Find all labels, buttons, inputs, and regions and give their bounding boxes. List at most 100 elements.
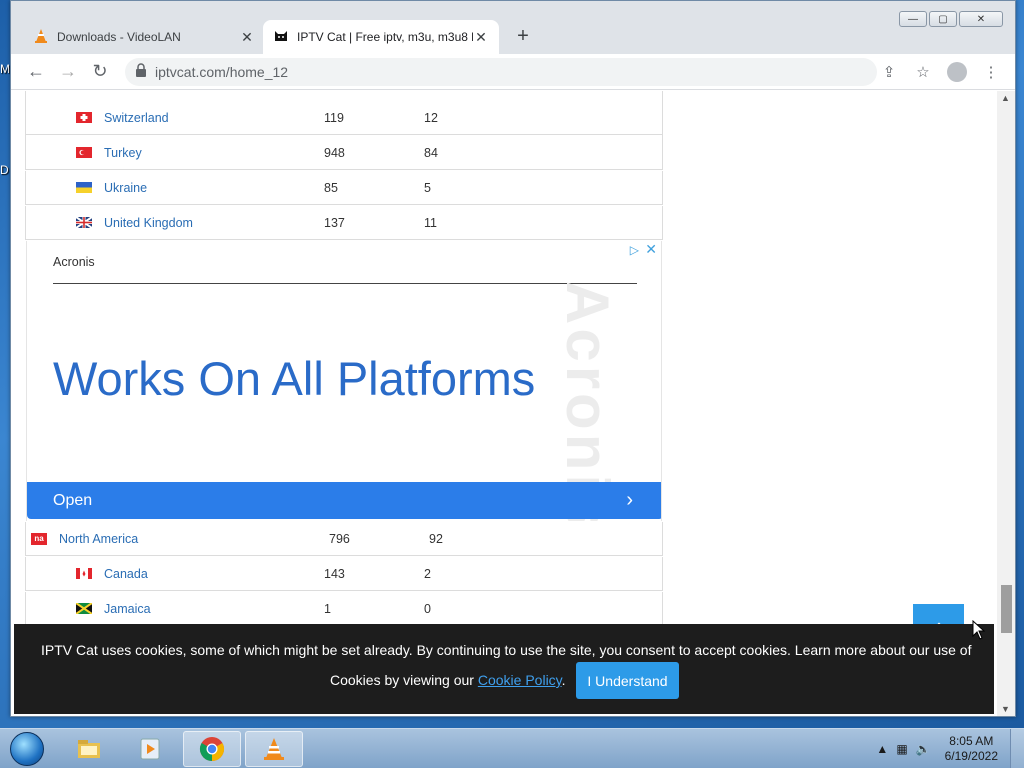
tab-title: IPTV Cat | Free iptv, m3u, m3u8 li: [297, 30, 473, 44]
region-row: na North America 796 92: [25, 522, 663, 556]
browser-menu-icon[interactable]: ⋮: [977, 58, 1005, 86]
ad-headline: Works On All Platforms: [53, 352, 536, 405]
channel-count: 85: [324, 180, 338, 195]
url-text: iptvcat.com/home_12: [155, 64, 289, 80]
minimize-button[interactable]: —: [899, 11, 927, 27]
table-row: Switzerland 119 12: [25, 101, 663, 135]
page-content: Switzerland 119 12 Turkey 948 84 Ukraine…: [11, 91, 995, 716]
new-tab-button[interactable]: +: [511, 25, 535, 49]
scroll-thumb[interactable]: [1001, 585, 1012, 633]
vlc-icon: [264, 738, 284, 760]
network-icon[interactable]: ▦: [896, 742, 907, 756]
country-link[interactable]: Ukraine: [104, 181, 147, 195]
window-controls: — ▢ ✕: [899, 11, 1003, 27]
flag-canada-icon: [76, 568, 92, 579]
windows-orb-icon: [10, 732, 44, 766]
reload-button[interactable]: ↻: [85, 57, 115, 87]
table-row: Turkey 948 84: [25, 136, 663, 170]
country-link[interactable]: Switzerland: [104, 111, 169, 125]
table-row: United Kingdom 137 11: [25, 206, 663, 240]
cookie-text-end: .: [561, 672, 566, 688]
table-row: Canada 143 2: [25, 557, 663, 591]
flag-jamaica-icon: [75, 602, 93, 615]
region-link[interactable]: North America: [59, 532, 138, 546]
start-button[interactable]: [4, 729, 50, 768]
list-count: 12: [424, 110, 438, 125]
cookie-policy-link[interactable]: Cookie Policy: [478, 672, 562, 688]
list-count: 92: [429, 531, 443, 546]
tab-close-icon[interactable]: ✕: [473, 29, 489, 46]
show-hidden-icons-icon[interactable]: ▲: [876, 742, 888, 756]
taskbar-file-explorer[interactable]: [60, 731, 118, 767]
channel-count: 796: [329, 531, 350, 546]
country-link[interactable]: Canada: [104, 567, 148, 581]
cookie-message-line2: Cookies by viewing our Cookie Policy.: [330, 672, 566, 688]
show-desktop-button[interactable]: [1010, 729, 1024, 768]
cookie-message: IPTV Cat uses cookies, some of which mig…: [41, 642, 972, 658]
volume-icon[interactable]: 🔈: [916, 742, 931, 756]
vlc-cone-icon: [33, 28, 49, 47]
tab-iptvcat[interactable]: IPTV Cat | Free iptv, m3u, m3u8 li ✕: [263, 20, 499, 54]
ad-close-icon[interactable]: ✕: [645, 241, 657, 258]
file-explorer-icon: [78, 740, 100, 758]
page-scrollbar[interactable]: ▲ ▼: [997, 91, 1015, 716]
close-window-button[interactable]: ✕: [959, 11, 1003, 27]
toolbar-actions: ⇪ ☆ ⋮: [875, 58, 1005, 86]
table-row: Ukraine 85 5: [25, 171, 663, 205]
channel-count: 948: [324, 145, 345, 160]
address-bar[interactable]: iptvcat.com/home_12: [125, 58, 877, 86]
channel-count: 119: [324, 110, 344, 125]
mouse-cursor: [972, 619, 986, 645]
browser-toolbar: ← → ↻ iptvcat.com/home_12 ⇪ ☆ ⋮: [11, 54, 1015, 90]
clock-date: 6/19/2022: [944, 749, 998, 763]
chevron-right-icon: ›: [626, 489, 633, 511]
list-count: 0: [424, 601, 431, 616]
country-link[interactable]: United Kingdom: [104, 216, 193, 230]
flag-turkey-icon: [76, 147, 92, 158]
taskbar-chrome[interactable]: [183, 731, 241, 767]
flag-ukraine-icon: [76, 182, 92, 193]
flag-switzerland-icon: [76, 112, 92, 123]
table-row: Jamaica 1 0: [25, 592, 663, 626]
scroll-up-icon[interactable]: ▲: [1001, 93, 1010, 103]
ad-open-label: Open: [53, 491, 93, 509]
taskbar-vlc[interactable]: [245, 731, 303, 767]
country-link[interactable]: Turkey: [104, 146, 142, 160]
tab-strip: Downloads - VideoLAN ✕ IPTV Cat | Free i…: [11, 1, 1015, 54]
list-count: 5: [424, 180, 431, 195]
taskbar-media-player[interactable]: [121, 731, 179, 767]
restore-button[interactable]: ▢: [929, 11, 957, 27]
cookie-banner: IPTV Cat uses cookies, some of which mig…: [14, 624, 994, 714]
forward-button[interactable]: →: [53, 57, 83, 87]
desktop-edge-label: M: [0, 62, 10, 76]
browser-window: Downloads - VideoLAN ✕ IPTV Cat | Free i…: [10, 0, 1016, 717]
back-button[interactable]: ←: [21, 57, 51, 87]
taskbar: ▲ ▦ 🔈 8:05 AM 6/19/2022: [0, 728, 1024, 768]
region-badge: na: [31, 532, 47, 545]
taskbar-clock[interactable]: 8:05 AM 6/19/2022: [945, 734, 998, 764]
ad-open-button[interactable]: Open ›: [27, 482, 661, 519]
avatar-icon: [947, 62, 967, 82]
system-tray: ▲ ▦ 🔈 8:05 AM 6/19/2022: [876, 729, 1024, 768]
clock-time: 8:05 AM: [949, 734, 994, 748]
share-icon[interactable]: ⇪: [875, 58, 903, 86]
bookmark-star-icon[interactable]: ☆: [909, 58, 937, 86]
channel-count: 143: [324, 566, 345, 581]
cookie-text: Cookies by viewing our: [330, 672, 478, 688]
scroll-down-icon[interactable]: ▼: [1001, 704, 1010, 714]
list-count: 84: [424, 145, 438, 160]
desktop-edge-label: D: [0, 163, 9, 177]
list-count: 2: [424, 566, 431, 581]
ad-banner[interactable]: Acronis Acronis Works On All Platforms ▷…: [26, 241, 662, 521]
chrome-icon: [199, 737, 225, 761]
ad-choices-icon[interactable]: ▷: [630, 243, 639, 257]
country-link[interactable]: Jamaica: [104, 602, 151, 616]
tab-videolan[interactable]: Downloads - VideoLAN ✕: [23, 20, 265, 54]
accept-cookies-button[interactable]: I Understand: [576, 662, 679, 699]
tab-title: Downloads - VideoLAN: [57, 30, 181, 44]
profile-avatar[interactable]: [943, 58, 971, 86]
ad-brand: Acronis: [53, 255, 95, 269]
channel-count: 1: [324, 601, 331, 616]
iptv-cat-icon: [273, 28, 289, 47]
tab-close-icon[interactable]: ✕: [239, 29, 255, 46]
